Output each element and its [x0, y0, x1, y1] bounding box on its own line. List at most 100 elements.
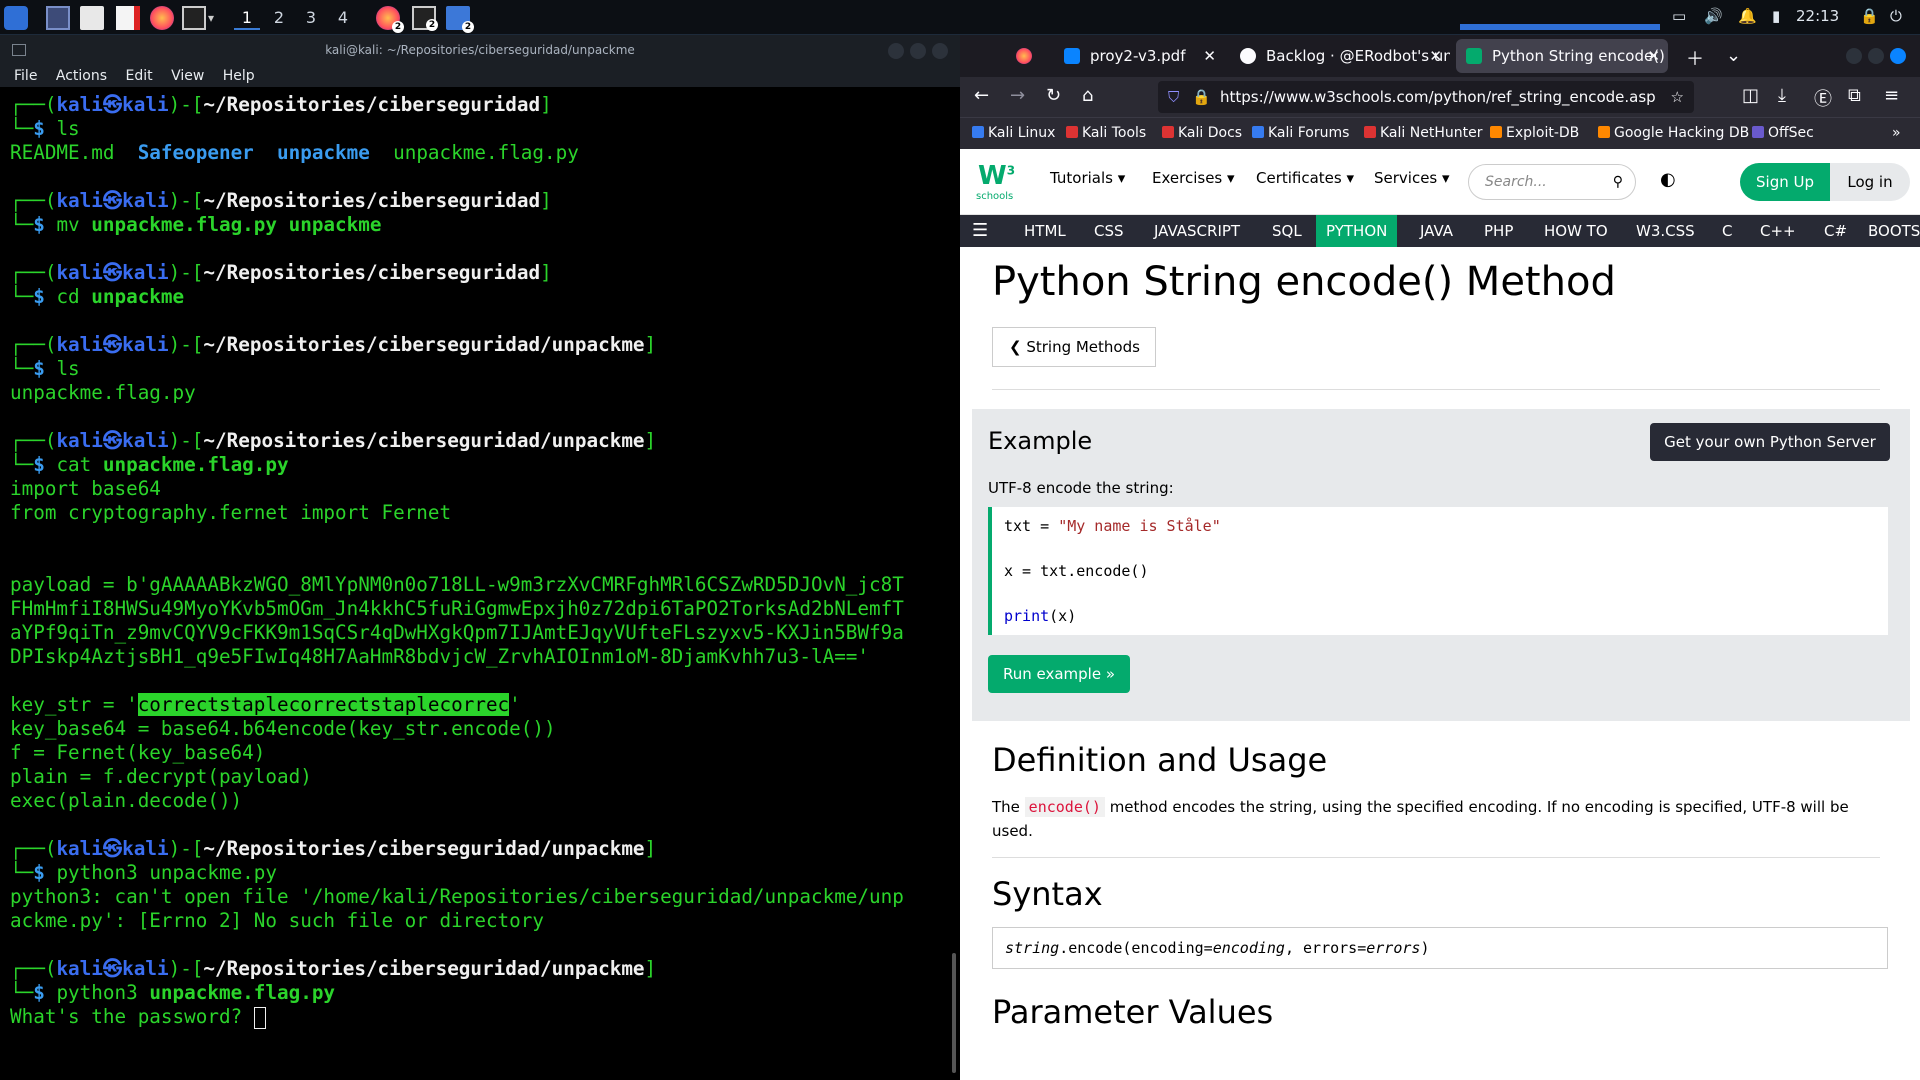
more-bookmarks-icon[interactable]: »: [1892, 118, 1901, 148]
volume-icon[interactable]: 🔊: [1704, 7, 1723, 25]
bookmark-kali-nethunter[interactable]: Kali NetHunter: [1364, 118, 1482, 148]
notification-bell-icon[interactable]: 🔔: [1738, 7, 1757, 25]
tab-pdf[interactable]: proy2-v3.pdf ✕: [1054, 39, 1224, 73]
command-line: └─$ python3 unpackme.py: [10, 861, 278, 884]
bookmark-kali-forums[interactable]: Kali Forums: [1252, 118, 1349, 148]
pocket-icon[interactable]: ◫: [1742, 85, 1759, 106]
nav-javascript[interactable]: JAVASCRIPT: [1154, 215, 1240, 247]
terminal-window-icon[interactable]: 2: [412, 6, 438, 31]
run-example-button[interactable]: Run example »: [988, 655, 1130, 693]
hamburger-menu-icon[interactable]: ≡: [1884, 85, 1899, 106]
tab-backlog[interactable]: Backlog · @ERodbot's un ✕: [1230, 39, 1450, 73]
firefox-icon[interactable]: [150, 6, 174, 30]
w3schools-topnav: ☰ HTML CSS JAVASCRIPT SQL PYTHON JAVA PH…: [960, 215, 1920, 247]
close-tab-icon[interactable]: ✕: [1647, 39, 1660, 73]
hamburger-menu-icon[interactable]: ☰: [972, 215, 988, 247]
lock-icon[interactable]: 🔒: [1192, 81, 1211, 113]
extensions-icon[interactable]: ⧉: [1848, 85, 1861, 106]
bookmark-exploit-db[interactable]: Exploit-DB: [1490, 118, 1579, 148]
nav-c[interactable]: C: [1722, 215, 1732, 247]
terminal-output[interactable]: ┌──(kali㉿kali)-[~/Repositories/cibersegu…: [0, 87, 960, 1035]
close-button[interactable]: [932, 43, 948, 59]
close-tab-icon[interactable]: ✕: [1429, 39, 1442, 73]
url-text[interactable]: https://www.w3schools.com/python/ref_str…: [1220, 88, 1656, 106]
desktop-icon[interactable]: [46, 6, 70, 30]
menu-edit[interactable]: Edit: [125, 68, 152, 84]
nav-sql[interactable]: SQL: [1272, 215, 1302, 247]
firefox-window-icon[interactable]: 2: [376, 6, 404, 33]
nav-bootstrap[interactable]: BOOTSTRAP: [1868, 215, 1920, 247]
maximize-button[interactable]: [1868, 48, 1884, 64]
text-editor-icon[interactable]: [116, 6, 140, 30]
close-button[interactable]: [1890, 48, 1906, 64]
menu-services[interactable]: Services ▾: [1374, 169, 1450, 187]
menu-view[interactable]: View: [171, 68, 204, 84]
contrast-toggle-icon[interactable]: ◐: [1660, 169, 1676, 190]
files-window-icon[interactable]: 2: [446, 6, 474, 33]
password-prompt[interactable]: What's the password?: [10, 1005, 950, 1029]
chevron-down-icon[interactable]: ▾: [208, 6, 220, 30]
file-manager-icon[interactable]: [80, 6, 104, 30]
home-icon[interactable]: ⌂: [1082, 85, 1093, 106]
new-tab-icon[interactable]: ＋: [1686, 45, 1704, 71]
menu-tutorials[interactable]: Tutorials ▾: [1050, 169, 1125, 187]
menu-help[interactable]: Help: [223, 68, 255, 84]
workspace-4[interactable]: 4: [330, 6, 356, 30]
shield-icon[interactable]: ⛉: [1168, 81, 1179, 113]
string-methods-button[interactable]: ❮ String Methods: [992, 327, 1156, 367]
nav-cpp[interactable]: C++: [1760, 215, 1796, 247]
lock-icon[interactable]: 🔒: [1860, 7, 1879, 25]
tab-list-icon[interactable]: ⌄: [1726, 45, 1741, 66]
menu-exercises[interactable]: Exercises ▾: [1152, 169, 1235, 187]
account-icon[interactable]: Ⓔ: [1814, 85, 1832, 111]
output-line: aYPf9qiTn_z9mvCQYV9cFKK9m1SqCSr4qDwHXgkQ…: [10, 621, 904, 644]
reload-icon[interactable]: ↻: [1046, 85, 1061, 106]
terminal-icon[interactable]: [182, 6, 206, 30]
bookmark-kali-linux[interactable]: Kali Linux: [972, 118, 1055, 148]
tab-w3schools[interactable]: Python String encode() M ✕: [1456, 39, 1668, 73]
bookmark-kali-docs[interactable]: Kali Docs: [1162, 118, 1242, 148]
bookmark-offsec[interactable]: OffSec: [1752, 118, 1814, 148]
minimize-button[interactable]: [888, 43, 904, 59]
nav-css[interactable]: CSS: [1094, 215, 1124, 247]
nav-w3css[interactable]: W3.CSS: [1636, 215, 1695, 247]
display-icon[interactable]: ▭: [1672, 7, 1686, 25]
nav-csharp[interactable]: C#: [1824, 215, 1847, 247]
nav-java[interactable]: JAVA: [1420, 215, 1453, 247]
terminal-scrollbar[interactable]: [952, 953, 956, 1073]
firefox-view-button[interactable]: [1008, 39, 1038, 73]
nav-php[interactable]: PHP: [1484, 215, 1513, 247]
kali-menu-icon[interactable]: [4, 6, 28, 30]
battery-icon[interactable]: ▮: [1772, 7, 1780, 25]
bookmark-google-hacking-db[interactable]: Google Hacking DB: [1598, 118, 1749, 148]
menu-actions[interactable]: Actions: [56, 68, 107, 84]
bookmark-star-icon[interactable]: ☆: [1671, 81, 1684, 113]
menu-file[interactable]: File: [14, 68, 37, 84]
maximize-button[interactable]: [910, 43, 926, 59]
downloads-icon[interactable]: ⤓: [1778, 85, 1786, 106]
url-bar[interactable]: ⛉ 🔒 https://www.w3schools.com/python/ref…: [1158, 81, 1694, 113]
bookmark-kali-tools[interactable]: Kali Tools: [1066, 118, 1146, 148]
workspace-3[interactable]: 3: [298, 6, 324, 30]
nav-python[interactable]: PYTHON: [1316, 215, 1398, 247]
search-input[interactable]: Search... ⚲: [1468, 164, 1636, 200]
clock[interactable]: 22:13: [1796, 7, 1839, 25]
power-icon[interactable]: ⏻: [1890, 7, 1902, 25]
workspace-2[interactable]: 2: [266, 6, 292, 30]
forward-arrow-icon[interactable]: →: [1010, 85, 1025, 106]
nav-how-to[interactable]: HOW TO: [1544, 215, 1608, 247]
sign-up-button[interactable]: Sign Up: [1740, 163, 1830, 201]
output-line: key_str = 'correctstaplecorrectstaplecor…: [10, 693, 521, 716]
search-icon[interactable]: ⚲: [1613, 165, 1623, 199]
log-in-button[interactable]: Log in: [1830, 163, 1910, 201]
command-line: └─$ cat unpackme.flag.py: [10, 453, 289, 476]
get-python-server-button[interactable]: Get your own Python Server: [1650, 423, 1890, 461]
back-arrow-icon[interactable]: ←: [974, 85, 989, 106]
minimize-button[interactable]: [1846, 48, 1862, 64]
workspace-1[interactable]: 1: [234, 6, 260, 30]
nav-html[interactable]: HTML: [1024, 215, 1066, 247]
menu-certificates[interactable]: Certificates ▾: [1256, 169, 1354, 187]
w3schools-logo[interactable]: W3 schools: [976, 161, 1016, 203]
close-tab-icon[interactable]: ✕: [1203, 39, 1216, 73]
output-line: payload = b'gAAAAABkzWGO_8MlYpNM0n0o718L…: [10, 573, 904, 596]
